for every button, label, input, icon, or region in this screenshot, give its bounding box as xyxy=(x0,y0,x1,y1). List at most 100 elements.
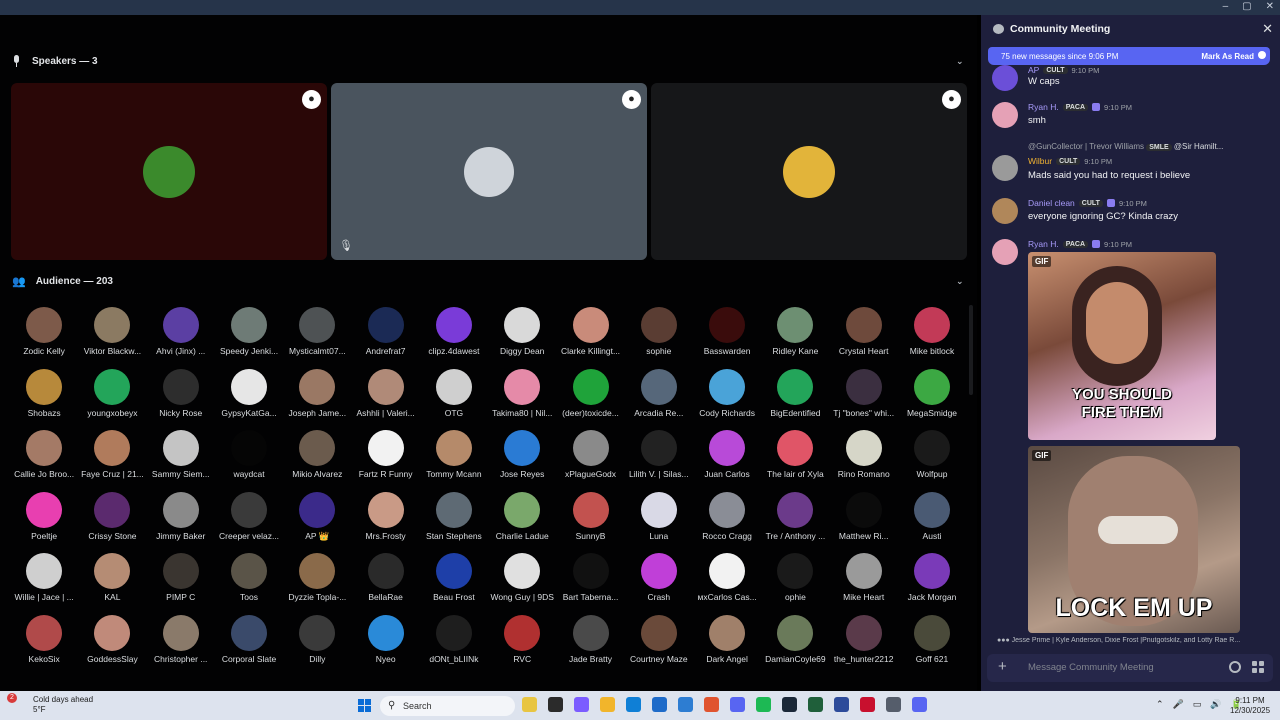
audience-member[interactable]: Diggy Dean xyxy=(488,305,556,367)
audience-member[interactable]: The lair of Xyla xyxy=(761,428,829,490)
taskbar-app-icon[interactable] xyxy=(808,697,823,712)
avatar[interactable] xyxy=(572,307,609,343)
audience-member[interactable]: AP 👑 xyxy=(283,490,351,552)
audience-member[interactable]: Stan Stephens xyxy=(420,490,488,552)
avatar[interactable] xyxy=(504,307,541,343)
avatar[interactable] xyxy=(299,614,336,651)
audience-member[interactable]: Sammy Siem... xyxy=(147,428,215,490)
speakers-header[interactable]: Speakers — 3 ⌄ xyxy=(12,55,964,67)
audience-member[interactable]: мxCarlos Cas... xyxy=(693,551,761,613)
avatar[interactable] xyxy=(299,553,336,589)
audience-member[interactable]: Luna xyxy=(625,490,693,552)
taskbar-app-icon[interactable] xyxy=(704,697,719,712)
audience-header[interactable]: 👥 Audience — 203 ⌄ xyxy=(12,275,964,288)
avatar[interactable] xyxy=(367,368,404,405)
taskbar-app-icon[interactable] xyxy=(600,697,615,712)
audience-member[interactable]: Jade Bratty xyxy=(556,613,624,675)
avatar[interactable] xyxy=(162,553,199,589)
avatar[interactable] xyxy=(367,614,404,651)
avatar[interactable] xyxy=(777,368,814,405)
audience-member[interactable]: Ahvi (Jinx) ... xyxy=(147,305,215,367)
avatar[interactable] xyxy=(94,307,131,343)
avatar[interactable] xyxy=(231,368,268,405)
avatar[interactable] xyxy=(435,430,472,466)
avatar[interactable] xyxy=(435,491,472,528)
message-composer[interactable]: + Message Community Meeting xyxy=(987,654,1273,682)
audience-member[interactable]: Fartz R Funny xyxy=(351,428,419,490)
audience-member[interactable]: Speedy Jenki... xyxy=(215,305,283,367)
avatar[interactable] xyxy=(914,491,950,528)
audience-member[interactable]: Lilith V. | Silas... xyxy=(625,428,693,490)
avatar[interactable] xyxy=(26,368,63,405)
audience-member[interactable]: GoddessSlay xyxy=(78,613,146,675)
audience-member[interactable]: Toos xyxy=(215,551,283,613)
gif-embed[interactable]: GIF LOCK EM UP xyxy=(1028,446,1240,633)
audience-member[interactable]: sophie xyxy=(625,305,693,367)
avatar[interactable] xyxy=(845,307,882,343)
mark-as-read-button[interactable]: Mark As Read xyxy=(1201,52,1254,61)
avatar[interactable] xyxy=(845,368,882,405)
audience-member[interactable]: Takima80 | Nil... xyxy=(488,367,556,429)
taskbar-app-icon[interactable] xyxy=(756,697,771,712)
taskbar-app-icon[interactable] xyxy=(782,697,797,712)
avatar[interactable] xyxy=(845,614,882,651)
audience-member[interactable]: Dark Angel xyxy=(693,613,761,675)
avatar[interactable] xyxy=(94,491,131,528)
tray-icon[interactable]: 🎤 xyxy=(1173,699,1184,710)
maximize-button[interactable]: ▢ xyxy=(1242,1,1251,12)
audience-member[interactable]: Juan Carlos xyxy=(693,428,761,490)
message-input[interactable]: Message Community Meeting xyxy=(1028,662,1154,673)
tile-options-icon[interactable]: ● xyxy=(302,90,321,109)
avatar[interactable] xyxy=(367,307,404,343)
audience-member[interactable]: Tj "bones" whi... xyxy=(830,367,898,429)
audience-member[interactable]: Christopher ... xyxy=(147,613,215,675)
avatar[interactable] xyxy=(640,307,677,343)
audience-member[interactable]: Mike bitlock xyxy=(898,305,966,367)
gif-embed[interactable]: GIF YOU SHOULD FIRE THEM xyxy=(1028,252,1216,440)
avatar[interactable] xyxy=(299,307,336,343)
message-author[interactable]: Ryan H. xyxy=(1028,239,1059,249)
taskbar-app-icon[interactable] xyxy=(834,697,849,712)
avatar[interactable] xyxy=(299,491,336,528)
avatar[interactable] xyxy=(367,491,404,528)
avatar[interactable] xyxy=(299,430,336,466)
avatar[interactable] xyxy=(504,491,541,528)
reply-author[interactable]: @GunCollector | Trevor Williams xyxy=(1028,142,1144,151)
taskbar-app-icon[interactable] xyxy=(652,697,667,712)
add-attachment-icon[interactable]: + xyxy=(998,658,1007,675)
audience-member[interactable]: Matthew Ri... xyxy=(830,490,898,552)
close-icon[interactable]: ✕ xyxy=(1262,21,1273,37)
audience-member[interactable]: youngxobeyx xyxy=(78,367,146,429)
audience-member[interactable]: Tre / Anthony ... xyxy=(761,490,829,552)
speaker-tile[interactable]: ● xyxy=(11,83,327,260)
audience-member[interactable]: Arcadia Re... xyxy=(625,367,693,429)
avatar[interactable] xyxy=(709,491,746,528)
audience-member[interactable]: BellaRae xyxy=(351,551,419,613)
avatar[interactable] xyxy=(845,430,882,466)
audience-member[interactable]: Dilly xyxy=(283,613,351,675)
audience-member[interactable]: KAL xyxy=(78,551,146,613)
audience-member[interactable]: Charlie Ladue xyxy=(488,490,556,552)
audience-member[interactable]: Viktor Blackw... xyxy=(78,305,146,367)
audience-member[interactable]: Crystal Heart xyxy=(830,305,898,367)
avatar[interactable] xyxy=(914,553,950,589)
windows-start-icon[interactable] xyxy=(358,699,371,712)
avatar[interactable] xyxy=(162,614,199,651)
avatar[interactable] xyxy=(162,307,199,343)
audience-member[interactable]: Ashhli | Valeri... xyxy=(351,367,419,429)
avatar[interactable] xyxy=(572,430,609,466)
avatar[interactable] xyxy=(162,368,199,405)
message-author[interactable]: Ryan H. xyxy=(1028,102,1059,112)
taskbar-app-icon[interactable] xyxy=(860,697,875,712)
chevron-down-icon[interactable]: ⌄ xyxy=(956,56,964,67)
avatar[interactable] xyxy=(777,307,814,343)
avatar[interactable] xyxy=(94,553,131,589)
emoji-icon[interactable] xyxy=(1229,661,1241,673)
avatar[interactable] xyxy=(845,553,882,589)
avatar[interactable] xyxy=(231,491,268,528)
avatar[interactable] xyxy=(435,553,472,589)
avatar[interactable] xyxy=(162,430,199,466)
avatar[interactable] xyxy=(299,368,336,405)
avatar[interactable] xyxy=(777,430,814,466)
audience-member[interactable]: Mrs.Frosty xyxy=(351,490,419,552)
